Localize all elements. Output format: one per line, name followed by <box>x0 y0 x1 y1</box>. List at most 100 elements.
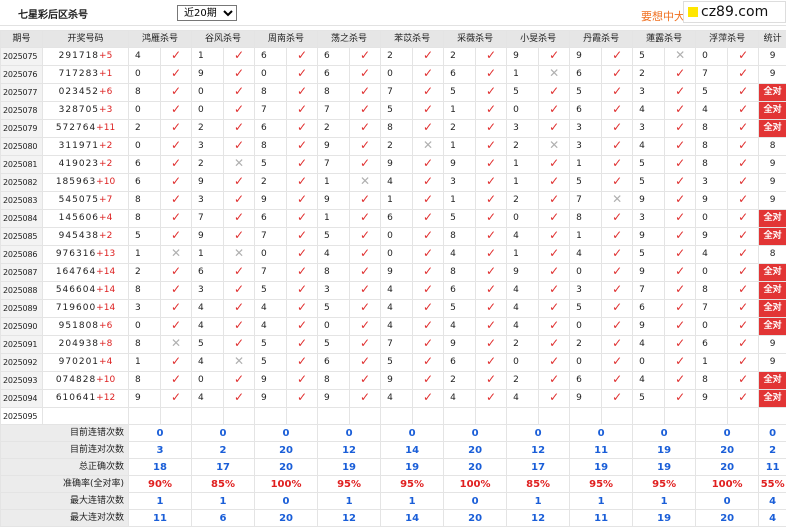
check-icon: ✓ <box>297 336 307 350</box>
result-mark: ✓ <box>413 192 444 210</box>
stats-value: 1 <box>129 493 192 510</box>
result-mark: ✕ <box>224 156 255 174</box>
table-row: 2025087164764+142✓6✓7✓8✓9✓8✓9✓0✓9✓0✓全对 <box>1 264 786 282</box>
result-mark: ✓ <box>350 120 381 138</box>
kill-number: 1 <box>444 138 476 156</box>
kill-number: 3 <box>570 282 602 300</box>
result-mark: ✕ <box>224 246 255 264</box>
stats-row: 最大连错次数11011011104 <box>1 493 786 510</box>
stats-value: 0 <box>381 425 444 442</box>
stats-value: 85% <box>507 476 570 493</box>
column-header: 期号 <box>1 31 43 48</box>
stats-value: 1 <box>318 493 381 510</box>
table-row: 2025080311971+20✓3✓8✓9✓2✕1✓2✕3✓4✓8✓8 <box>1 138 786 156</box>
issue-cell: 2025075 <box>1 48 43 66</box>
check-icon: ✓ <box>234 282 244 296</box>
kill-number: 4 <box>192 318 224 336</box>
check-icon: ✓ <box>738 120 748 134</box>
cross-icon: ✕ <box>612 192 622 206</box>
kill-number: 8 <box>129 192 161 210</box>
check-icon: ✓ <box>738 390 748 404</box>
kill-number: 9 <box>444 156 476 174</box>
result-mark: ✓ <box>350 138 381 156</box>
draw-digits: 719600 <box>56 303 96 313</box>
result-mark: ✓ <box>476 390 507 408</box>
check-icon: ✓ <box>234 390 244 404</box>
kill-number: 3 <box>192 282 224 300</box>
kill-number: 4 <box>633 336 665 354</box>
kill-number: 8 <box>570 210 602 228</box>
result-mark: ✓ <box>602 246 633 264</box>
kill-number: 0 <box>318 318 350 336</box>
kill-number: 6 <box>696 336 728 354</box>
period-select[interactable]: 近20期 <box>177 5 237 21</box>
stat-cell: 全对 <box>759 120 786 138</box>
kill-number: 5 <box>570 300 602 318</box>
result-mark: ✓ <box>350 282 381 300</box>
check-icon: ✓ <box>675 246 685 260</box>
check-icon: ✓ <box>234 192 244 206</box>
result-mark: ✓ <box>224 102 255 120</box>
issue-cell: 2025093 <box>1 372 43 390</box>
sum-span: +10 <box>96 177 115 187</box>
check-icon: ✓ <box>234 336 244 350</box>
result-mark: ✓ <box>665 210 696 228</box>
sum-span: +10 <box>96 375 115 385</box>
kill-number: 4 <box>129 48 161 66</box>
check-icon: ✓ <box>549 372 559 386</box>
draw-digits: 074828 <box>56 375 96 385</box>
page-title: 七星彩后区杀号 <box>18 6 88 21</box>
result-mark: ✓ <box>476 156 507 174</box>
result-mark: ✓ <box>476 138 507 156</box>
stats-value: 0 <box>444 425 507 442</box>
result-mark: ✓ <box>476 192 507 210</box>
draw-number-cell: 185963+10 <box>43 174 129 192</box>
table-row: 2025086976316+131✕1✕0✓4✓0✓4✓1✓4✓5✓4✓8 <box>1 246 786 264</box>
draw-number-cell: 291718+5 <box>43 48 129 66</box>
result-mark: ✓ <box>413 336 444 354</box>
sum-span: +2 <box>99 141 112 151</box>
sum-span: +14 <box>96 267 115 277</box>
check-icon: ✓ <box>360 246 370 260</box>
result-mark: ✓ <box>728 102 759 120</box>
check-icon: ✓ <box>360 264 370 278</box>
result-mark: ✓ <box>413 66 444 84</box>
site-badge[interactable]: cz89.com <box>683 1 786 23</box>
check-icon: ✓ <box>234 318 244 332</box>
kill-number: 2 <box>507 372 539 390</box>
kill-number: 2 <box>570 336 602 354</box>
stats-value: 11 <box>759 459 786 476</box>
result-mark: ✓ <box>476 354 507 372</box>
check-icon: ✓ <box>423 318 433 332</box>
check-icon: ✓ <box>549 264 559 278</box>
kill-number: 3 <box>507 120 539 138</box>
check-icon: ✓ <box>549 84 559 98</box>
check-icon: ✓ <box>423 66 433 80</box>
check-icon: ✓ <box>486 228 496 242</box>
check-icon: ✓ <box>423 300 433 314</box>
kill-number: 5 <box>318 300 350 318</box>
stat-blank <box>759 408 786 425</box>
draw-number-cell: 970201+4 <box>43 354 129 372</box>
sum-span: +4 <box>99 213 112 223</box>
result-mark: ✕ <box>350 174 381 192</box>
draw-number-cell: 145606+4 <box>43 210 129 228</box>
kill-number: 8 <box>129 84 161 102</box>
result-mark: ✓ <box>539 354 570 372</box>
column-header: 统计 <box>759 31 786 48</box>
check-icon: ✓ <box>171 174 181 188</box>
cross-icon: ✕ <box>675 48 685 62</box>
check-icon: ✓ <box>423 390 433 404</box>
draw-number-cell: 976316+13 <box>43 246 129 264</box>
kill-number: 1 <box>570 156 602 174</box>
issue-cell: 2025080 <box>1 138 43 156</box>
result-mark: ✓ <box>602 354 633 372</box>
table-row: 2025079572764+112✓2✓6✓2✓8✓2✓3✓3✓3✓8✓全对 <box>1 120 786 138</box>
kill-number: 2 <box>129 120 161 138</box>
kill-number: 9 <box>318 192 350 210</box>
result-mark: ✓ <box>161 174 192 192</box>
result-mark: ✓ <box>224 228 255 246</box>
kill-number: 8 <box>129 372 161 390</box>
result-mark: ✓ <box>413 282 444 300</box>
kill-number: 5 <box>381 354 413 372</box>
